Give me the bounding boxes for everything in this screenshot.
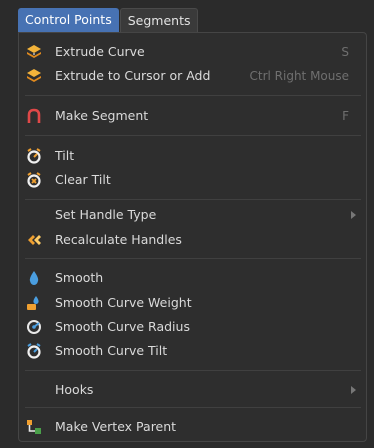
menu-item-recalculate-handles[interactable]: Recalculate Handles [19, 228, 366, 252]
menu-item-label: Smooth Curve Tilt [55, 343, 168, 358]
vertex-parent-icon [25, 418, 42, 435]
menu-item-smooth[interactable]: Smooth [19, 266, 366, 290]
menu-item-label: Tilt [55, 148, 75, 163]
make-segment-icon [25, 107, 42, 124]
menu-item-hooks[interactable]: Hooks [19, 378, 366, 402]
extrude-icon [25, 67, 42, 84]
menu-item-shortcut: F [342, 109, 349, 123]
menu-item-label: Set Handle Type [55, 207, 157, 222]
control-points-menu: Extrude Curve S Extrude to Cursor or Add… [18, 32, 367, 442]
menu-item-label: Extrude to Cursor or Add [55, 68, 211, 83]
tab-segments[interactable]: Segments [119, 8, 199, 32]
menu-item-clear-tilt[interactable]: Clear Tilt [19, 168, 366, 192]
menu-item-make-segment[interactable]: Make Segment F [19, 104, 366, 128]
menu-item-smooth-curve-radius[interactable]: Smooth Curve Radius [19, 315, 366, 339]
menu-item-extrude-curve[interactable]: Extrude Curve S [19, 40, 366, 64]
menu-item-label: Recalculate Handles [55, 232, 182, 247]
separator [25, 135, 361, 136]
smooth-tilt-icon [25, 342, 42, 359]
smooth-radius-icon [25, 318, 42, 335]
menu-item-label: Smooth Curve Weight [55, 295, 192, 310]
menu-item-shortcut: Ctrl Right Mouse [249, 69, 349, 83]
menu-item-label: Smooth Curve Radius [55, 319, 190, 334]
tab-control-points[interactable]: Control Points [18, 8, 119, 32]
menu-item-label: Smooth [55, 270, 104, 285]
clear-tilt-icon [25, 171, 42, 188]
tilt-icon [25, 147, 42, 164]
menu-item-label: Extrude Curve [55, 44, 145, 59]
submenu-arrow-icon [351, 211, 356, 219]
menu-item-extrude-to-cursor[interactable]: Extrude to Cursor or Add Ctrl Right Mous… [19, 64, 366, 88]
menu-item-smooth-curve-tilt[interactable]: Smooth Curve Tilt [19, 339, 366, 363]
tab-bar: Control Points Segments [18, 8, 199, 32]
menu-item-shortcut: S [341, 45, 349, 59]
smooth-weight-icon [25, 294, 42, 311]
recalc-handles-icon [25, 231, 42, 248]
menu-item-tilt[interactable]: Tilt [19, 144, 366, 168]
menu-item-label: Make Segment [55, 108, 149, 123]
separator [25, 258, 361, 259]
separator [25, 199, 361, 200]
smooth-drop-icon [25, 269, 42, 286]
menu-item-label: Make Vertex Parent [55, 419, 177, 434]
extrude-icon [25, 43, 42, 60]
menu-item-label: Hooks [55, 382, 94, 397]
separator [25, 370, 361, 371]
submenu-arrow-icon [351, 386, 356, 394]
separator [25, 95, 361, 96]
menu-item-smooth-curve-weight[interactable]: Smooth Curve Weight [19, 291, 366, 315]
menu-item-set-handle-type[interactable]: Set Handle Type [19, 203, 366, 227]
separator [25, 407, 361, 408]
menu-item-label: Clear Tilt [55, 172, 111, 187]
menu-item-make-vertex-parent[interactable]: Make Vertex Parent [19, 415, 366, 439]
